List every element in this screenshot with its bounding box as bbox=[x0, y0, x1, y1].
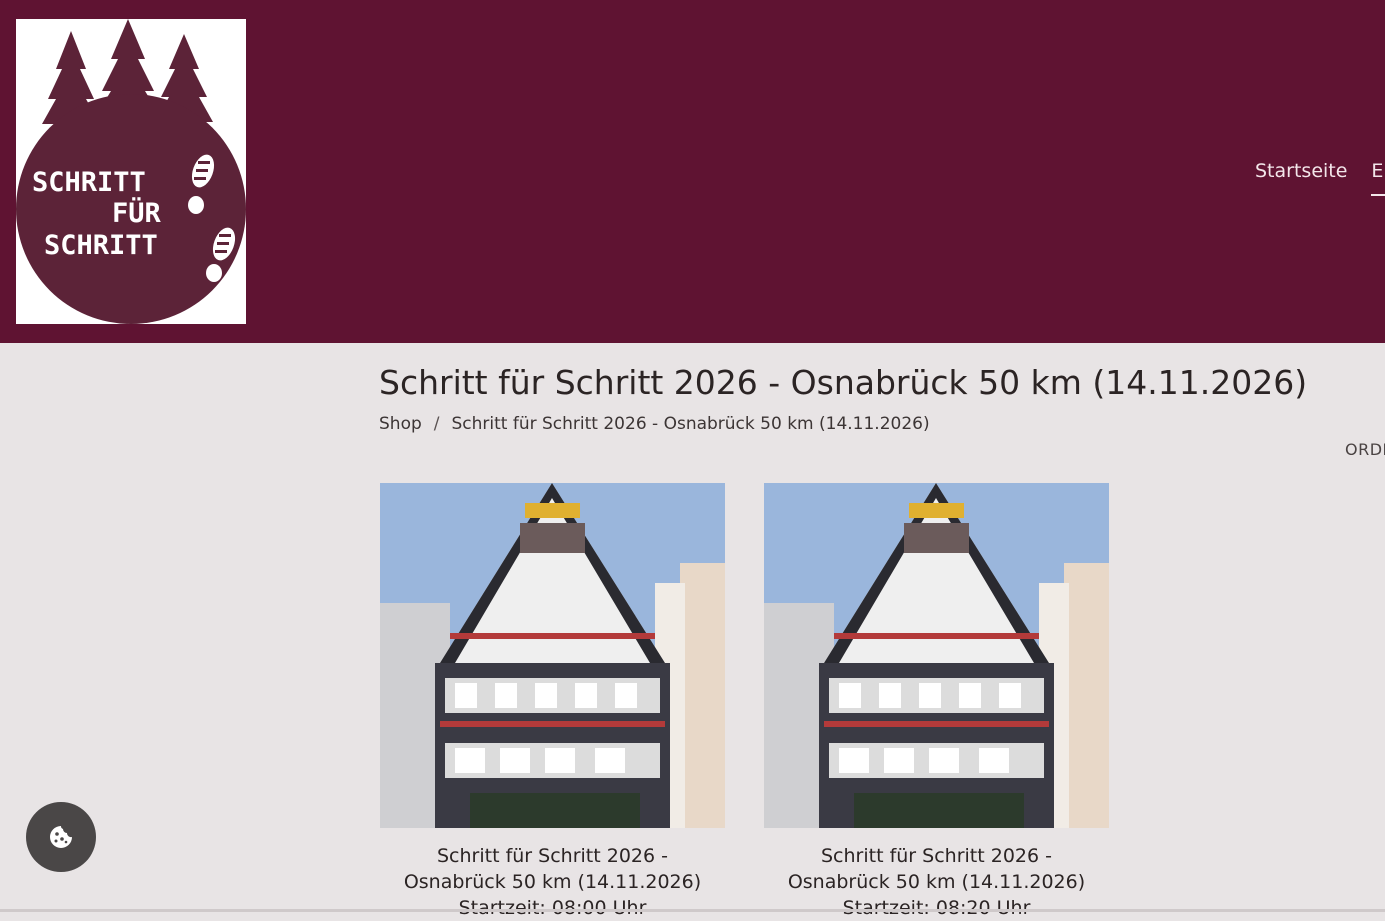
site-header: SCHRITT FÜR SCHRITT Startseite E bbox=[0, 0, 1385, 343]
product-card[interactable]: Schritt für Schritt 2026 - Osnabrück 50 … bbox=[380, 483, 725, 921]
logo-text-2: FÜR bbox=[112, 196, 162, 229]
product-card[interactable]: Schritt für Schritt 2026 - Osnabrück 50 … bbox=[764, 483, 1109, 921]
breadcrumb-shop[interactable]: Shop bbox=[379, 414, 422, 434]
page-title: Schritt für Schritt 2026 - Osnabrück 50 … bbox=[379, 363, 1308, 402]
site-logo[interactable]: SCHRITT FÜR SCHRITT bbox=[16, 19, 246, 324]
ordering-select[interactable]: ORDI bbox=[1345, 440, 1385, 459]
breadcrumb: Shop / Schritt für Schritt 2026 - Osnabrüc… bbox=[379, 414, 930, 434]
nav-item-active[interactable]: E bbox=[1371, 160, 1385, 196]
logo-text-3: SCHRITT bbox=[44, 230, 158, 261]
nav-item-startseite[interactable]: Startseite bbox=[1255, 160, 1347, 182]
main-content: Schritt für Schritt 2026 - Osnabrück 50 … bbox=[0, 343, 1385, 919]
cookie-icon bbox=[50, 826, 72, 848]
product-image[interactable] bbox=[380, 483, 725, 828]
product-image[interactable] bbox=[764, 483, 1109, 828]
breadcrumb-current: Schritt für Schritt 2026 - Osnabrück 50 … bbox=[451, 414, 930, 434]
logo-graphic: SCHRITT FÜR SCHRITT bbox=[16, 19, 246, 324]
logo-text-1: SCHRITT bbox=[32, 167, 146, 198]
cookie-settings-button[interactable] bbox=[26, 802, 96, 872]
main-nav: Startseite E bbox=[1255, 160, 1385, 200]
breadcrumb-separator: / bbox=[433, 414, 440, 434]
